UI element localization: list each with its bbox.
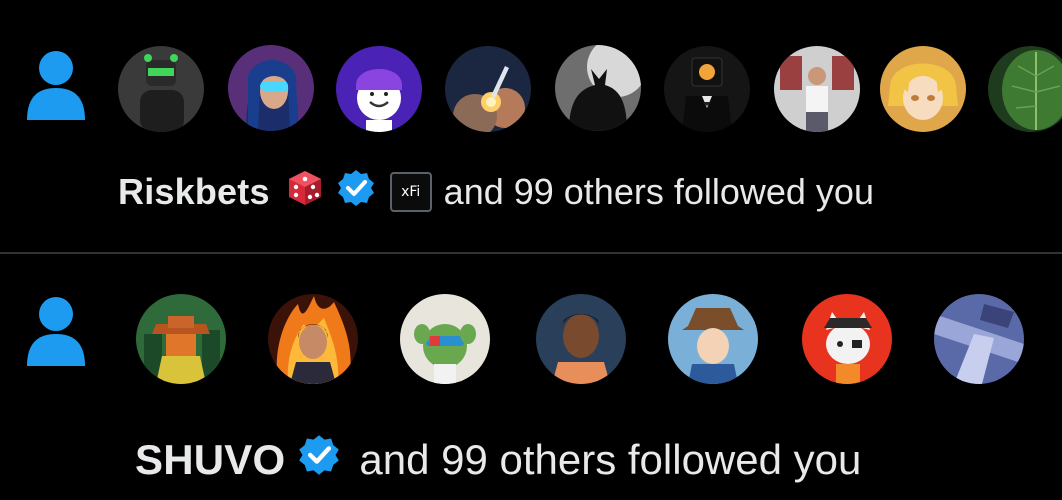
notification-follow-1[interactable]: Riskbets xFi and 99 others followed you <box>0 0 1062 252</box>
avatar[interactable] <box>934 294 1024 384</box>
avatar-row <box>0 254 1062 394</box>
avatar[interactable] <box>802 294 892 384</box>
avatar[interactable] <box>268 294 358 384</box>
avatar[interactable] <box>336 46 422 132</box>
verified-badge-icon <box>297 433 341 487</box>
verified-badge-icon <box>336 168 376 217</box>
avatar[interactable] <box>536 294 626 384</box>
dice-icon <box>286 169 324 216</box>
avatar-row <box>0 0 1062 140</box>
avatar[interactable] <box>664 46 750 132</box>
xfi-badge: xFi <box>389 172 432 212</box>
follow-summary: Riskbets xFi and 99 others followed you <box>118 164 874 220</box>
avatar[interactable] <box>118 46 204 132</box>
follow-message: and 99 others followed you <box>359 436 862 483</box>
avatar[interactable] <box>400 294 490 384</box>
avatar[interactable] <box>880 46 966 132</box>
follow-message: and 99 others followed you <box>443 171 874 212</box>
avatar[interactable] <box>774 46 860 132</box>
avatar[interactable] <box>555 45 641 131</box>
avatar[interactable] <box>445 46 531 132</box>
avatar[interactable] <box>988 46 1062 132</box>
notification-follow-2[interactable]: SHUVO and 99 others followed you <box>0 254 1062 500</box>
avatar[interactable] <box>228 45 314 131</box>
follower-name[interactable]: Riskbets <box>118 171 270 213</box>
follow-summary: SHUVO and 99 others followed you <box>135 430 861 490</box>
follower-name[interactable]: SHUVO <box>135 436 285 484</box>
avatar[interactable] <box>668 294 758 384</box>
avatar[interactable] <box>136 294 226 384</box>
